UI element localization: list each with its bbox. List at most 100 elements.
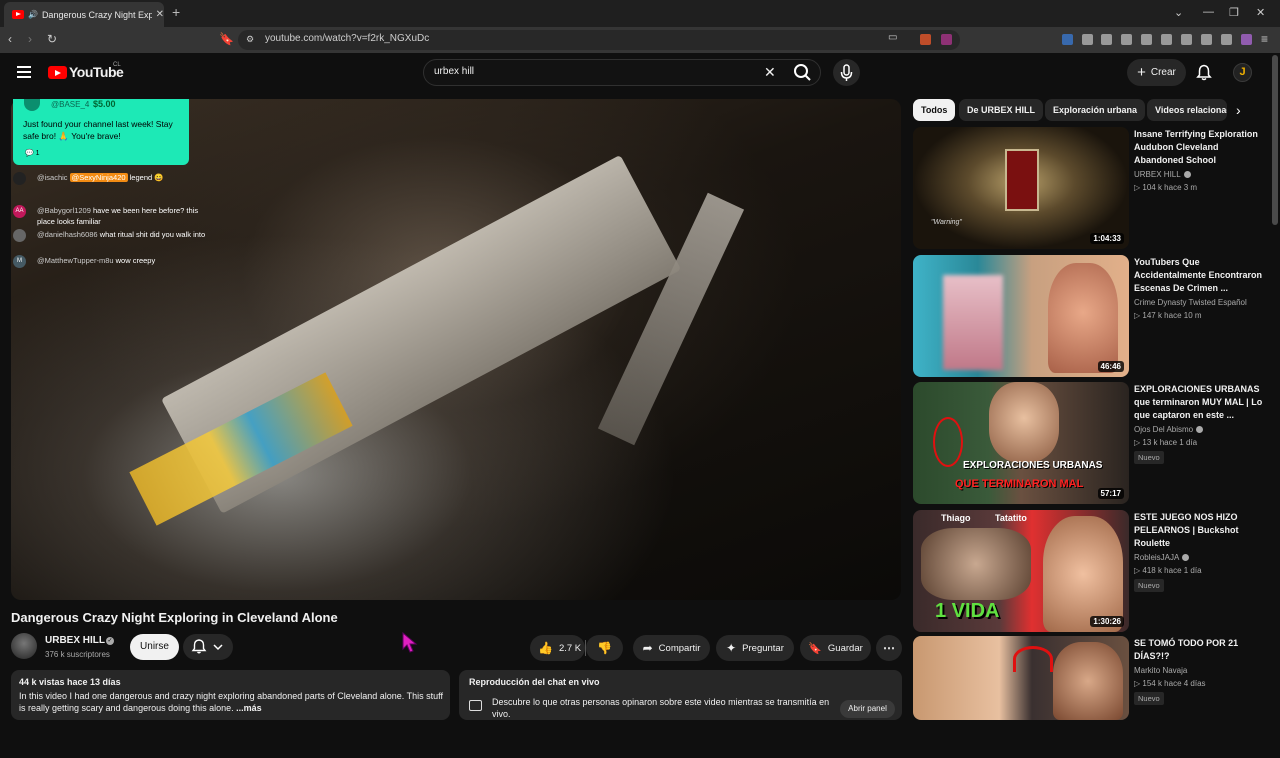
vpn-icon[interactable] [1221, 34, 1232, 45]
verified-icon: ✓ [106, 637, 114, 645]
meta-label: 104 k hace 3 m [1142, 183, 1198, 192]
video-thumbnail[interactable] [913, 636, 1129, 720]
chat-message-body: @isachic @SexyNinja420 legend 😀 [37, 172, 207, 183]
reply-count-value: 1 [35, 150, 40, 157]
recommendation-item[interactable]: Thiago Tatatito 1 VIDA 1:30:26 ESTE JUEG… [913, 510, 1273, 632]
channel-name[interactable]: URBEX HILL [45, 635, 105, 646]
youtube-logo-icon[interactable] [48, 66, 67, 79]
recommendation-item[interactable]: EXPLORACIONES URBANAS QUE TERMINARON MAL… [913, 382, 1273, 504]
clear-search-icon[interactable]: ✕ [764, 64, 776, 81]
back-icon[interactable]: ‹ [8, 32, 12, 46]
forward-icon[interactable]: › [28, 32, 32, 46]
browser-menu-icon[interactable]: ≡ [1261, 32, 1268, 46]
youtube-favicon-icon [12, 10, 24, 19]
chip-from-channel[interactable]: De URBEX HILL [959, 99, 1044, 121]
brave-shield-icon[interactable] [920, 34, 931, 45]
video-thumbnail[interactable]: "Warning" 1:04:33 [913, 127, 1129, 249]
chevron-right-icon[interactable]: › [1236, 102, 1241, 118]
chat-username: @Babygorl1209 [37, 206, 91, 215]
recommendation-meta: ▷ 13 k hace 1 día [1134, 438, 1198, 447]
video-title: Dangerous Crazy Night Exploring in Cleve… [11, 610, 338, 625]
new-badge: Nuevo [1134, 579, 1164, 592]
recommendation-item[interactable]: 46:46 YouTubers Que Accidentalmente Enco… [913, 255, 1273, 377]
thumbnail-overlay-text: EXPLORACIONES URBANAS [963, 460, 1103, 471]
recommendation-item[interactable]: "Warning" 1:04:33 Insane Terrifying Expl… [913, 127, 1273, 249]
join-button[interactable]: Unirse [130, 634, 179, 660]
search-input-value[interactable]: urbex hill [434, 66, 474, 77]
search-input[interactable] [423, 59, 821, 86]
site-info-icon[interactable]: ⚙ [246, 34, 254, 45]
show-more-link[interactable]: ...más [236, 703, 262, 713]
chat-username: @danielhash6086 [37, 230, 98, 239]
meta-label: 147 k hace 10 m [1142, 311, 1202, 320]
recommendation-channel[interactable]: Markito Navaja [1134, 666, 1187, 675]
recommendation-title[interactable]: Insane Terrifying Exploration Audubon Cl… [1134, 128, 1266, 167]
chip-related-videos[interactable]: Videos relacionados [1147, 99, 1227, 121]
microphone-icon [840, 64, 853, 81]
cast-icon[interactable]: ▭ [888, 32, 897, 43]
share-button[interactable]: ➦ Compartir [633, 635, 710, 661]
url-text[interactable]: youtube.com/watch?v=f2rk_NGXuDc [265, 33, 429, 44]
new-badge: Nuevo [1134, 692, 1164, 705]
thumbs-up-icon: 👍 [538, 641, 553, 655]
extension-icon-1[interactable] [1082, 34, 1093, 45]
extension-icon-3[interactable] [1141, 34, 1152, 45]
recommendation-meta: ▷ 154 k hace 4 días [1134, 679, 1206, 688]
account-avatar[interactable]: J [1233, 63, 1252, 82]
video-thumbnail[interactable]: 46:46 [913, 255, 1129, 377]
donor-name: @BASE_4 [51, 100, 90, 109]
close-window-icon[interactable]: ✕ [1256, 6, 1265, 19]
like-count: 2.7 K [558, 642, 582, 654]
chip-all[interactable]: Todos [913, 99, 956, 121]
minimize-icon[interactable]: — [1203, 6, 1214, 18]
extensions-puzzle-icon[interactable] [1121, 34, 1132, 45]
recommendation-channel[interactable]: Ojos Del Abismo [1134, 425, 1204, 434]
page-scrollbar[interactable] [1272, 55, 1278, 225]
recommendation-item[interactable]: SE TOMÓ TODO POR 21 DÍAS?!? Markito Nava… [913, 636, 1273, 758]
maximize-icon[interactable]: ❐ [1229, 6, 1239, 19]
tab-search-icon[interactable]: ⌄ [1174, 6, 1183, 19]
browser-tab[interactable]: 🔊 Dangerous Crazy Night Explo ✕ [4, 2, 164, 27]
reload-icon[interactable]: ↻ [47, 32, 57, 46]
subscription-bell-button[interactable] [183, 634, 233, 660]
notifications-bell-icon[interactable] [1196, 64, 1212, 81]
video-duration: 57:17 [1097, 488, 1124, 499]
recommendation-title[interactable]: SE TOMÓ TODO POR 21 DÍAS?!? [1134, 637, 1266, 663]
save-bookmark-icon: 🔖 [808, 642, 822, 655]
save-button[interactable]: 🔖 Guardar [800, 635, 871, 661]
close-tab-icon[interactable]: ✕ [156, 9, 164, 20]
video-thumbnail[interactable]: Thiago Tatatito 1 VIDA 1:30:26 [913, 510, 1129, 632]
create-button[interactable]: + Crear [1127, 59, 1186, 86]
brave-rewards-icon[interactable] [941, 34, 952, 45]
channel-avatar[interactable] [11, 633, 37, 659]
bookmark-icon[interactable]: 🔖 [219, 32, 234, 46]
chip-urban-exploration[interactable]: Exploración urbana [1045, 99, 1146, 121]
recommendation-channel[interactable]: Crime Dynasty Twisted Español [1134, 298, 1247, 307]
chat-avatar: M [13, 255, 26, 268]
recommendation-title[interactable]: ESTE JUEGO NOS HIZO PELEARNOS | Buckshot… [1134, 511, 1266, 550]
search-icon[interactable] [788, 60, 816, 85]
tab-title: Dangerous Crazy Night Explo [41, 9, 152, 20]
recommendation-title[interactable]: EXPLORACIONES URBANAS que terminaron MUY… [1134, 383, 1266, 422]
voice-search-button[interactable] [833, 59, 860, 86]
wallet-icon[interactable] [1241, 34, 1252, 45]
reading-list-icon[interactable] [1161, 34, 1172, 45]
meta-label: 154 k hace 4 días [1142, 679, 1206, 688]
like-button[interactable]: 👍 2.7 K [530, 635, 585, 661]
ask-button[interactable]: ✦ Preguntar [716, 635, 794, 661]
recommendation-title[interactable]: YouTubers Que Accidentalmente Encontraro… [1134, 256, 1266, 295]
new-tab-icon[interactable]: + [172, 4, 180, 20]
dislike-button[interactable]: 👎 [586, 635, 623, 661]
video-thumbnail[interactable]: EXPLORACIONES URBANAS QUE TERMINARON MAL… [913, 382, 1129, 504]
thumbnail-door [1005, 149, 1039, 211]
recommendation-channel[interactable]: URBEX HILL [1134, 170, 1191, 179]
extension-icon-4[interactable] [1201, 34, 1212, 45]
recommendation-channel[interactable]: RobleisJAJA [1134, 553, 1190, 562]
open-panel-button[interactable]: Abrir panel [840, 700, 895, 718]
hamburger-menu-icon[interactable] [17, 66, 31, 81]
more-actions-button[interactable]: ⋯ [876, 635, 902, 661]
sparkle-icon: ✦ [726, 641, 737, 655]
extension-icon-2[interactable] [1101, 34, 1112, 45]
sidebar-icon[interactable] [1181, 34, 1192, 45]
extension-audio-icon[interactable] [1062, 34, 1073, 45]
